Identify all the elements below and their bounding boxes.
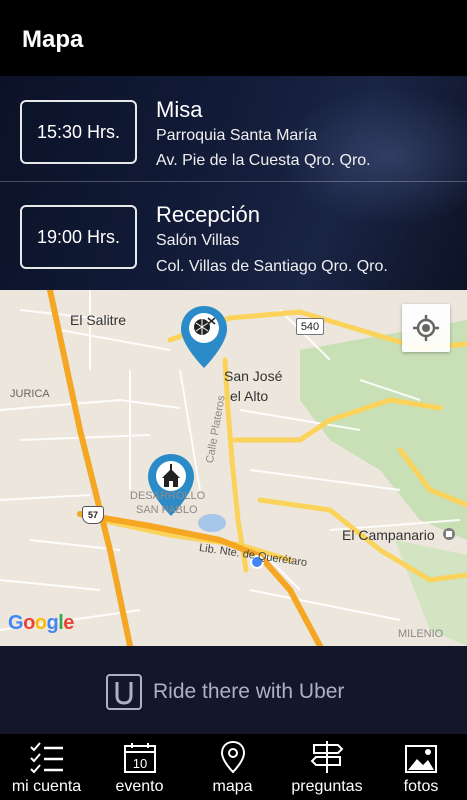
app-header: Mapa — [0, 0, 467, 76]
checklist-icon — [29, 742, 63, 774]
calendar-icon: 10 — [123, 743, 156, 773]
map-label-san-jose: San José — [224, 368, 283, 384]
tab-label: mi cuenta — [11, 778, 82, 795]
page-title: Mapa — [22, 26, 84, 53]
event-time: 19:00 Hrs. — [20, 205, 137, 269]
tab-mapa[interactable]: mapa — [186, 734, 279, 800]
uber-label: Ride there with Uber — [153, 680, 345, 703]
tab-evento[interactable]: 10 evento — [93, 734, 186, 800]
bottom-tab-bar: mi cuenta 10 evento mapa preguntas fotos — [0, 734, 467, 800]
tab-label: fotos — [403, 778, 439, 795]
tab-fotos[interactable]: fotos — [375, 734, 467, 800]
event-time: 15:30 Hrs. — [20, 100, 137, 164]
map-pin-icon — [220, 740, 245, 774]
tab-preguntas[interactable]: preguntas — [279, 734, 375, 800]
event-item-misa[interactable]: 15:30 Hrs. Misa Parroquia Santa María Av… — [0, 76, 467, 182]
tab-label: mapa — [212, 778, 253, 795]
event-list: 15:30 Hrs. Misa Parroquia Santa María Av… — [0, 76, 467, 290]
event-place: Parroquia Santa María — [156, 127, 317, 144]
map-label-desarrollo: DESARROLLO — [130, 490, 206, 502]
event-title: Recepción — [156, 202, 260, 227]
event-address: Col. Villas de Santiago Qro. Qro. — [156, 258, 388, 275]
map-roads — [0, 290, 467, 646]
tab-label: evento — [115, 778, 164, 795]
event-address: Av. Pie de la Cuesta Qro. Qro. — [156, 152, 371, 169]
water-body — [198, 514, 226, 532]
uber-logo-icon — [106, 674, 142, 710]
map-label-jurica: JURICA — [10, 388, 50, 400]
map-view[interactable]: El Salitre San José el Alto JURICA DESAR… — [0, 290, 467, 646]
svg-text:10: 10 — [132, 756, 146, 771]
tab-mi-cuenta[interactable]: mi cuenta — [0, 734, 93, 800]
highway-540-badge: 540 — [296, 318, 324, 335]
map-label-el-alto: el Alto — [230, 388, 269, 404]
map-pin-misa[interactable] — [181, 306, 227, 368]
event-title: Misa — [156, 97, 203, 122]
map-label-san-pablo: SAN PABLO — [136, 504, 198, 516]
photo-icon — [405, 745, 437, 773]
tab-label: preguntas — [291, 778, 363, 795]
event-place: Salón Villas — [156, 232, 240, 249]
my-location-button[interactable] — [402, 304, 450, 352]
bell-tower-icon — [443, 528, 455, 540]
map-label-el-campanario: El Campanario — [342, 527, 435, 543]
map-label-el-salitre: El Salitre — [70, 312, 127, 328]
signpost-icon — [310, 741, 344, 773]
map-label-milenio: MILENIO — [398, 628, 444, 640]
event-item-recepcion[interactable]: 19:00 Hrs. Recepción Salón Villas Col. V… — [0, 183, 467, 289]
highway-57-shield: 57 — [82, 506, 104, 524]
google-attribution-logo: Google — [8, 612, 74, 634]
crosshair-icon — [413, 315, 439, 341]
